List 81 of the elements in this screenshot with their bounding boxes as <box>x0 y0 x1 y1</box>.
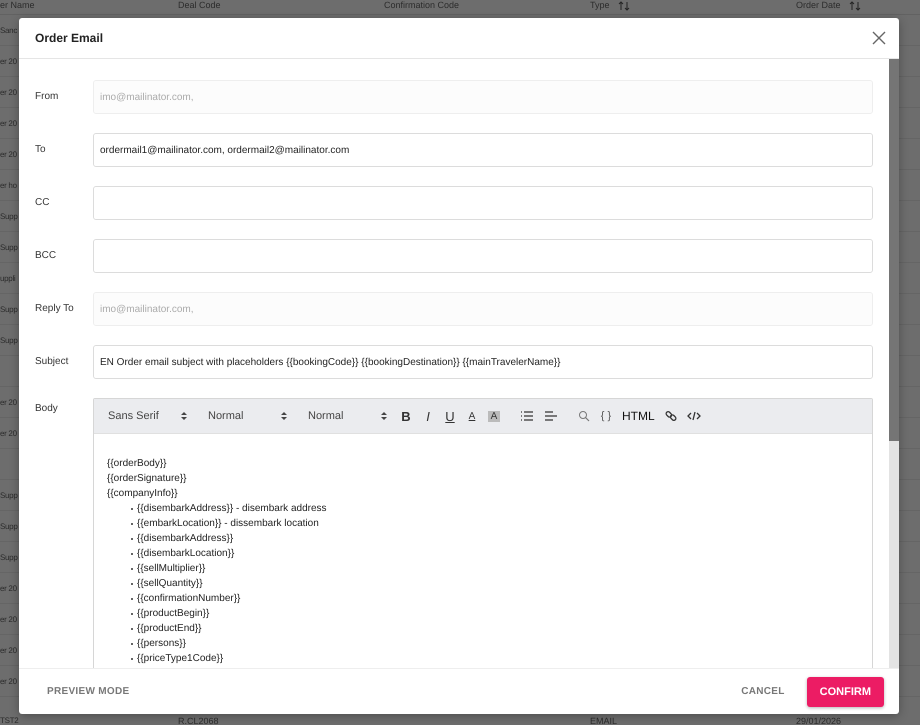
field-label: To <box>35 143 47 155</box>
table-cell: Supp <box>0 242 18 252</box>
preview-mode-button[interactable]: PREVIEW MODE <box>35 680 142 703</box>
table-cell: er 20 <box>0 428 17 438</box>
close-icon[interactable] <box>872 31 886 45</box>
placeholder-button[interactable]: { } <box>600 410 612 422</box>
table-cell: Supp <box>0 336 18 344</box>
body-text: {{orderBody}} <box>107 457 168 471</box>
link-icon[interactable] <box>664 410 677 422</box>
updown-icon <box>380 410 388 422</box>
highlight-button[interactable]: A <box>488 410 500 422</box>
column-header: er Name <box>0 0 35 11</box>
list-item: {{productEnd}} <box>137 622 202 636</box>
list-item: {{sellQuantity}} <box>137 577 203 591</box>
field-label: Body <box>35 402 59 414</box>
table-cell: er 20 <box>0 614 17 624</box>
input-field[interactable]: ordermail1@mailinator.com, ordermail2@mailinator.com <box>93 133 873 167</box>
field-label: CC <box>35 196 50 208</box>
table-cell: er ho <box>0 180 17 190</box>
confirm-button[interactable]: CONFIRM <box>806 676 884 706</box>
column-header: Confirmation Code <box>384 0 460 11</box>
list-item: {{priceType1Code}} <box>137 652 224 666</box>
table-cell: TST2 <box>0 716 18 725</box>
sort-icon[interactable] <box>848 0 861 10</box>
updown-icon <box>180 410 188 422</box>
dropdown[interactable]: Sans Serif <box>108 410 188 422</box>
list-item: {{embarkLocation}} - dissembark location <box>137 517 319 531</box>
table-cell: uppli <box>0 274 16 282</box>
table-cell: Supp <box>0 522 18 530</box>
input-field[interactable]: EN Order email subject with placeholders {{bookingCode}} {{bookingDestination}} {{mainTravelerName}} <box>93 345 873 379</box>
input-field[interactable] <box>93 239 873 273</box>
scrollbar-thumb[interactable] <box>889 59 899 441</box>
underline-button[interactable]: U <box>444 408 456 424</box>
dropdown[interactable]: Normal <box>208 410 288 422</box>
search-icon[interactable] <box>578 410 590 422</box>
column-header: Type <box>590 0 610 11</box>
list-item: {{sellMultiplier}} <box>137 562 206 576</box>
align-left-icon[interactable] <box>544 410 558 422</box>
table-cell: R.CL2068 <box>178 716 219 725</box>
column-header: Deal Code <box>178 0 221 11</box>
table-cell: Supp <box>0 304 18 314</box>
table-cell: er 20 <box>0 584 17 592</box>
body-text: {{companyInfo}} <box>107 487 179 501</box>
list-item: {{confirmationNumber}} <box>137 592 240 606</box>
table-cell: Supp <box>0 490 18 500</box>
list-item: {{productBegin}} <box>137 607 210 621</box>
table-cell: er 20 <box>0 56 17 66</box>
table-cell: er 20 <box>0 676 17 686</box>
table-cell: Supp <box>0 552 18 562</box>
table-cell: er 20 <box>0 646 17 654</box>
cancel-button[interactable]: CANCEL <box>729 680 797 703</box>
field-label: BCC <box>35 249 58 261</box>
field-label: Reply To <box>35 302 75 314</box>
code-icon[interactable] <box>686 411 701 421</box>
table-cell: EMAIL <box>590 716 618 725</box>
column-header: Order Date <box>796 0 841 11</box>
table-cell: er 20 <box>0 118 17 128</box>
list-item: {{disembarkLocation}} <box>137 547 234 561</box>
field-label: From <box>35 90 60 102</box>
text-color-button[interactable]: A <box>466 410 478 422</box>
sort-icon[interactable] <box>618 0 630 10</box>
body-text: {{orderSignature}} <box>107 472 188 486</box>
scrollbar[interactable] <box>889 59 899 668</box>
bold-button[interactable]: B <box>400 408 412 424</box>
table-cell: er 20 <box>0 150 17 158</box>
updown-icon <box>280 410 288 422</box>
table-cell: 29/01/2026 <box>796 716 842 725</box>
list-item: {{disembarkAddress}} <box>137 532 234 546</box>
dialog-title: Order Email <box>35 31 104 45</box>
bullet-list-icon[interactable] <box>520 410 534 422</box>
table-cell: er 20 <box>0 398 17 406</box>
italic-button[interactable]: I <box>422 408 434 424</box>
html-button[interactable]: HTML <box>622 409 655 423</box>
table-cell: Supp <box>0 212 18 220</box>
table-cell: er 20 <box>0 88 17 96</box>
table-cell: Sanc <box>0 26 18 34</box>
list-item: {{disembarkAddress}} - disembark address <box>137 502 327 516</box>
field-label: Subject <box>35 355 70 367</box>
dropdown[interactable]: Normal <box>308 410 388 422</box>
list-item: {{persons}} <box>137 637 186 651</box>
input-field[interactable] <box>93 186 873 220</box>
